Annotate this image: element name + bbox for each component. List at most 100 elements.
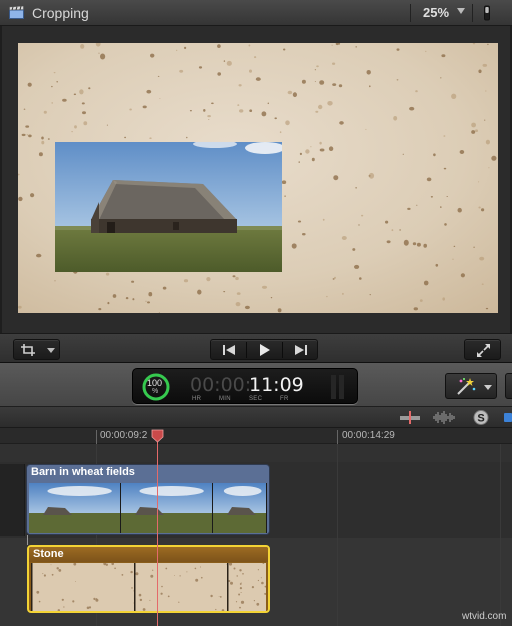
stone-pit — [27, 82, 32, 87]
header-divider — [472, 4, 473, 22]
stone-pit — [369, 294, 371, 296]
stone-pit — [150, 53, 155, 58]
thumb-stone-pit — [43, 574, 46, 577]
stone-pit — [361, 214, 364, 217]
stone-pit — [471, 122, 476, 128]
timecode-unit-hr: HR — [192, 396, 202, 402]
stone-pit — [440, 77, 442, 79]
stone-pit — [106, 124, 108, 126]
clapperboard-icon — [9, 6, 24, 19]
connection-rail — [0, 464, 25, 536]
thumb-stone-pit — [165, 567, 168, 570]
stone-pit — [30, 193, 35, 198]
stone-pit — [147, 301, 150, 304]
enhance-menu-button[interactable] — [445, 373, 497, 399]
skip-forward-icon[interactable] — [294, 344, 308, 356]
partial-button[interactable] — [505, 373, 512, 399]
chevron-down-icon[interactable] — [457, 8, 465, 14]
stone-pit — [355, 46, 358, 48]
skip-back-icon[interactable] — [222, 344, 236, 356]
thumb-stone-pit — [130, 570, 133, 574]
stone-pit — [453, 245, 456, 247]
stone-pit — [354, 264, 360, 269]
audio-meter-right — [339, 375, 344, 399]
thumb-divider — [227, 563, 229, 611]
stone-pit — [283, 48, 286, 51]
watermark: wtvid.com — [462, 611, 507, 622]
stone-pit — [211, 102, 214, 105]
stone-pit — [396, 79, 399, 81]
clip-barn-in-wheat-fields[interactable]: Barn in wheat fields — [26, 464, 270, 535]
thumb-stone-pit — [215, 608, 217, 611]
stone-pit — [433, 153, 436, 157]
thumb-stone-pit — [239, 606, 241, 609]
stone-pit — [183, 279, 189, 283]
stone-pit — [88, 87, 91, 90]
thumb-stone-pit — [150, 574, 154, 578]
filmstrip — [31, 562, 267, 611]
stone-pit — [412, 242, 417, 246]
timeline-ruler[interactable]: 00:00:09:2 00:00:14:29 — [0, 428, 512, 444]
playhead-handle[interactable] — [151, 429, 164, 443]
stone-pit — [338, 84, 343, 88]
stone-pit — [473, 246, 475, 248]
app-window: Cropping 25% 100 % 00:00: 11:09 HR MIN S… — [0, 0, 512, 626]
stone-pit — [25, 125, 30, 128]
zoom-level[interactable]: 25% — [423, 5, 449, 20]
thumb-stone-pit — [86, 606, 90, 610]
fullscreen-button[interactable] — [464, 339, 501, 360]
thumb-stone-pit — [218, 596, 220, 597]
stone-pit — [261, 111, 267, 117]
stone-pit — [131, 280, 135, 283]
stone-pit — [479, 256, 485, 261]
stone-pit — [423, 243, 428, 248]
dashboard-bar: 100 % 00:00: 11:09 HR MIN SEC FR — [0, 363, 512, 407]
toggle-switch-icon[interactable] — [480, 4, 494, 22]
playhead[interactable] — [157, 430, 158, 626]
transform-menu-button[interactable] — [13, 339, 60, 360]
thumb-stone-pit — [105, 563, 109, 566]
stone-pit — [459, 150, 465, 154]
clip-stone[interactable]: Stone — [27, 545, 270, 613]
thumb-divider — [212, 483, 213, 533]
stone-pit — [158, 312, 160, 313]
stone-pit — [198, 66, 203, 69]
stone-pit — [179, 69, 184, 73]
magic-wand-icon — [457, 378, 476, 395]
thumb-grass — [213, 513, 267, 533]
ruler-tick — [96, 430, 97, 444]
stone-pit — [79, 89, 84, 95]
stone-pit — [124, 136, 126, 139]
thumb-stone-pit — [160, 592, 163, 595]
stone-pit — [157, 75, 160, 77]
stone-pit — [238, 84, 242, 87]
audio-waveform-icon[interactable] — [432, 410, 458, 425]
skimming-icon[interactable] — [399, 410, 421, 425]
dashboard-timecode[interactable]: 100 % 00:00: 11:09 HR MIN SEC FR — [132, 368, 358, 404]
stone-pit — [391, 229, 394, 232]
stone-pit — [423, 280, 429, 286]
stone-pit — [443, 135, 446, 137]
stone-pit — [112, 294, 117, 298]
audio-meter-left — [331, 375, 336, 399]
stone-pit — [481, 208, 485, 212]
thumb-stone-pit — [114, 567, 116, 570]
stone-pit — [331, 44, 333, 46]
snapping-indicator[interactable] — [504, 413, 512, 422]
stone-pit — [298, 161, 300, 163]
header-divider — [410, 4, 411, 22]
play-icon[interactable] — [259, 343, 271, 357]
stone-pit — [485, 307, 489, 310]
thumb-stone-pit — [236, 575, 238, 577]
stone-pit — [443, 167, 447, 170]
stone-pit — [333, 175, 339, 181]
stone-pit — [47, 138, 50, 140]
thumb-stone-pit — [142, 608, 146, 611]
stone-pit — [328, 146, 334, 151]
transform-crop-icon — [21, 344, 35, 356]
stone-pit — [457, 207, 462, 213]
thumb-stone-pit — [135, 572, 139, 576]
stone-pit — [254, 56, 257, 59]
solo-icon[interactable]: S — [472, 409, 490, 426]
stone-pit — [73, 93, 77, 96]
